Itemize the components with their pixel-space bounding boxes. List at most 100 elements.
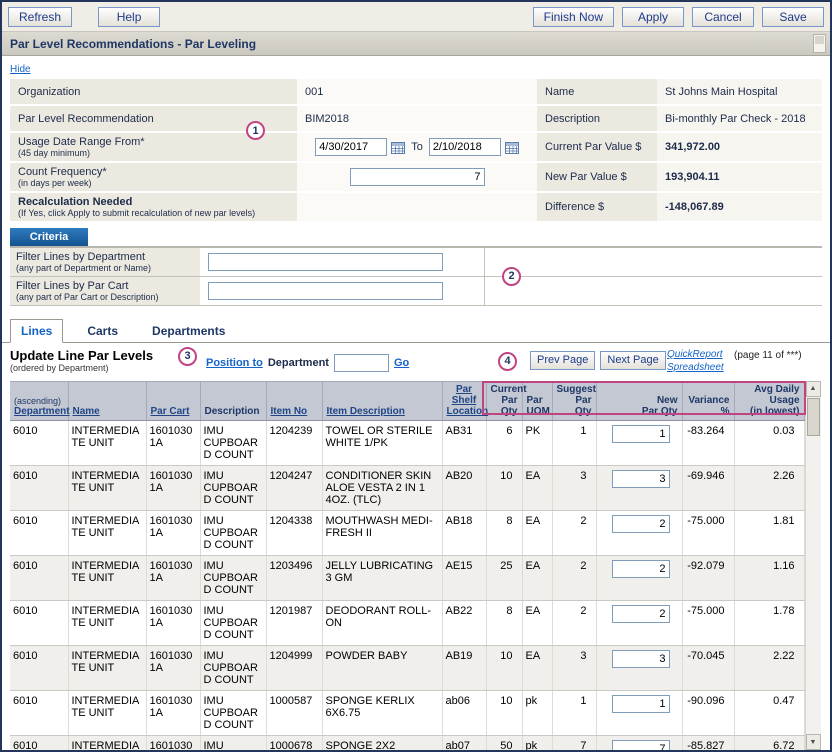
help-button[interactable]: Help — [98, 7, 160, 27]
new-par-qty-input[interactable] — [612, 605, 670, 623]
cell-uom: PK — [522, 420, 552, 465]
cell-description: IMU CUPBOARD COUNT — [200, 555, 266, 600]
go-link[interactable]: Go — [394, 357, 409, 369]
cell-location: AB18 — [442, 510, 486, 555]
col-header-current-par-qty: Current Par Qty — [486, 381, 522, 420]
panel-subtitle: (ordered by Department) — [10, 363, 153, 373]
scroll-down-button[interactable]: ▼ — [806, 734, 821, 750]
filter-department-input[interactable] — [208, 253, 443, 271]
cell-new-qty — [596, 600, 682, 645]
new-par-qty-input[interactable] — [612, 470, 670, 488]
filter-department-label: Filter Lines by Department (any part of … — [10, 248, 200, 276]
table-row: 6010INTERMEDIATE UNIT16010301AIMU CUPBOA… — [10, 600, 804, 645]
date-to-input[interactable] — [429, 138, 501, 156]
spreadsheet-link[interactable]: Spreadsheet — [667, 361, 724, 374]
new-par-qty-input[interactable] — [612, 740, 670, 750]
next-page-button[interactable]: Next Page — [600, 351, 665, 370]
cell-avg-usage: 1.16 — [734, 555, 804, 600]
finish-now-button[interactable]: Finish Now — [533, 7, 614, 27]
apply-button[interactable]: Apply — [622, 7, 684, 27]
prev-page-button[interactable]: Prev Page — [530, 351, 595, 370]
page-scrollbar[interactable] — [813, 34, 826, 53]
calendar-icon[interactable] — [391, 141, 405, 154]
name-label: Name — [537, 79, 657, 106]
cell-avg-usage: 0.03 — [734, 420, 804, 465]
description-label: Description — [537, 106, 657, 133]
table-row: 6010INTERMEDIATE UNIT16010301AIMU CUPBOA… — [10, 510, 804, 555]
count-frequency-label: Count Frequency* (in days per week) — [10, 163, 297, 193]
cell-current-qty: 8 — [486, 600, 522, 645]
cell-item-description: JELLY LUBRICATING 3 GM — [322, 555, 442, 600]
cell-avg-usage: 6.72 — [734, 735, 804, 750]
page-scrollbar-thumb[interactable] — [815, 36, 824, 44]
new-par-qty-input[interactable] — [612, 560, 670, 578]
quick-report-link[interactable]: QuickReport — [667, 348, 724, 361]
cell-new-qty — [596, 555, 682, 600]
cell-item-no: 1000678 — [266, 735, 322, 750]
col-header-variance: Variance % — [682, 381, 734, 420]
report-links: QuickReport Spreadsheet — [667, 348, 724, 374]
table-scrollbar[interactable]: ▲ ▼ — [805, 381, 821, 750]
cell-suggest-qty: 2 — [552, 600, 596, 645]
col-header-department[interactable]: (ascending)Department — [10, 381, 68, 420]
scrollbar-thumb[interactable] — [807, 398, 820, 436]
cell-variance: -75.000 — [682, 510, 734, 555]
scroll-up-button[interactable]: ▲ — [806, 381, 821, 397]
cell-department: 6010 — [10, 735, 68, 750]
table-row: 6010INTERMEDIATE UNIT16010301AIMU CUPBOA… — [10, 555, 804, 600]
tab-lines[interactable]: Lines — [10, 319, 63, 343]
cell-name: INTERMEDIATE UNIT — [68, 510, 146, 555]
new-par-qty-input[interactable] — [612, 515, 670, 533]
tab-carts[interactable]: Carts — [77, 320, 128, 342]
col-header-par-shelf-location[interactable]: Par Shelf Location — [442, 381, 486, 420]
cell-current-qty: 10 — [486, 465, 522, 510]
filter-par-cart-input[interactable] — [208, 282, 443, 300]
col-header-par-cart[interactable]: Par Cart — [146, 381, 200, 420]
cell-item-description: SPONGE KERLIX 6X6.75 — [322, 690, 442, 735]
recalculation-value — [297, 193, 537, 223]
count-frequency-input[interactable] — [350, 168, 485, 186]
page-info: (page 11 of ***) — [734, 350, 802, 361]
cell-variance: -70.045 — [682, 645, 734, 690]
lines-panel: Update Line Par Levels (ordered by Depar… — [2, 342, 830, 750]
col-header-item-no[interactable]: Item No — [266, 381, 322, 420]
cell-suggest-qty: 7 — [552, 735, 596, 750]
cell-variance: -90.096 — [682, 690, 734, 735]
panel-title: Update Line Par Levels — [10, 348, 153, 363]
cell-item-description: DEODORANT ROLL-ON — [322, 600, 442, 645]
cell-variance: -69.946 — [682, 465, 734, 510]
col-header-item-description[interactable]: Item Description — [322, 381, 442, 420]
tab-departments[interactable]: Departments — [142, 320, 235, 342]
cell-item-description: MOUTHWASH MEDI-FRESH II — [322, 510, 442, 555]
refresh-button[interactable]: Refresh — [8, 7, 72, 27]
calendar-icon[interactable] — [505, 141, 519, 154]
cell-variance: -75.000 — [682, 600, 734, 645]
position-to-link[interactable]: Position to — [206, 357, 263, 369]
lines-table: (ascending)Department Name Par Cart Desc… — [10, 381, 805, 750]
col-header-avg-daily-usage: Avg Daily Usage (in lowest) — [734, 381, 804, 420]
summary-form: Organization 001 Name St Johns Main Hosp… — [10, 79, 822, 223]
new-par-qty-input[interactable] — [612, 650, 670, 668]
cell-new-qty — [596, 465, 682, 510]
cell-variance: -83.264 — [682, 420, 734, 465]
new-par-value-label: New Par Value $ — [537, 163, 657, 193]
filter-department-cell — [200, 248, 485, 276]
cell-department: 6010 — [10, 600, 68, 645]
date-from-input[interactable] — [315, 138, 387, 156]
tab-criteria[interactable]: Criteria — [10, 228, 88, 246]
col-header-name[interactable]: Name — [68, 381, 146, 420]
save-button[interactable]: Save — [762, 7, 824, 27]
annotation-1: 1 — [246, 121, 265, 140]
cell-description: IMU CUPBOARD COUNT — [200, 735, 266, 750]
cell-uom: EA — [522, 600, 552, 645]
cell-current-qty: 10 — [486, 645, 522, 690]
position-to-input[interactable] — [334, 354, 389, 372]
col-header-description: Description — [200, 381, 266, 420]
filter-par-cart-cell — [200, 277, 485, 305]
new-par-qty-input[interactable] — [612, 425, 670, 443]
hide-link[interactable]: Hide — [10, 64, 31, 75]
cell-department: 6010 — [10, 555, 68, 600]
cell-avg-usage: 0.47 — [734, 690, 804, 735]
new-par-qty-input[interactable] — [612, 695, 670, 713]
cancel-button[interactable]: Cancel — [692, 7, 754, 27]
